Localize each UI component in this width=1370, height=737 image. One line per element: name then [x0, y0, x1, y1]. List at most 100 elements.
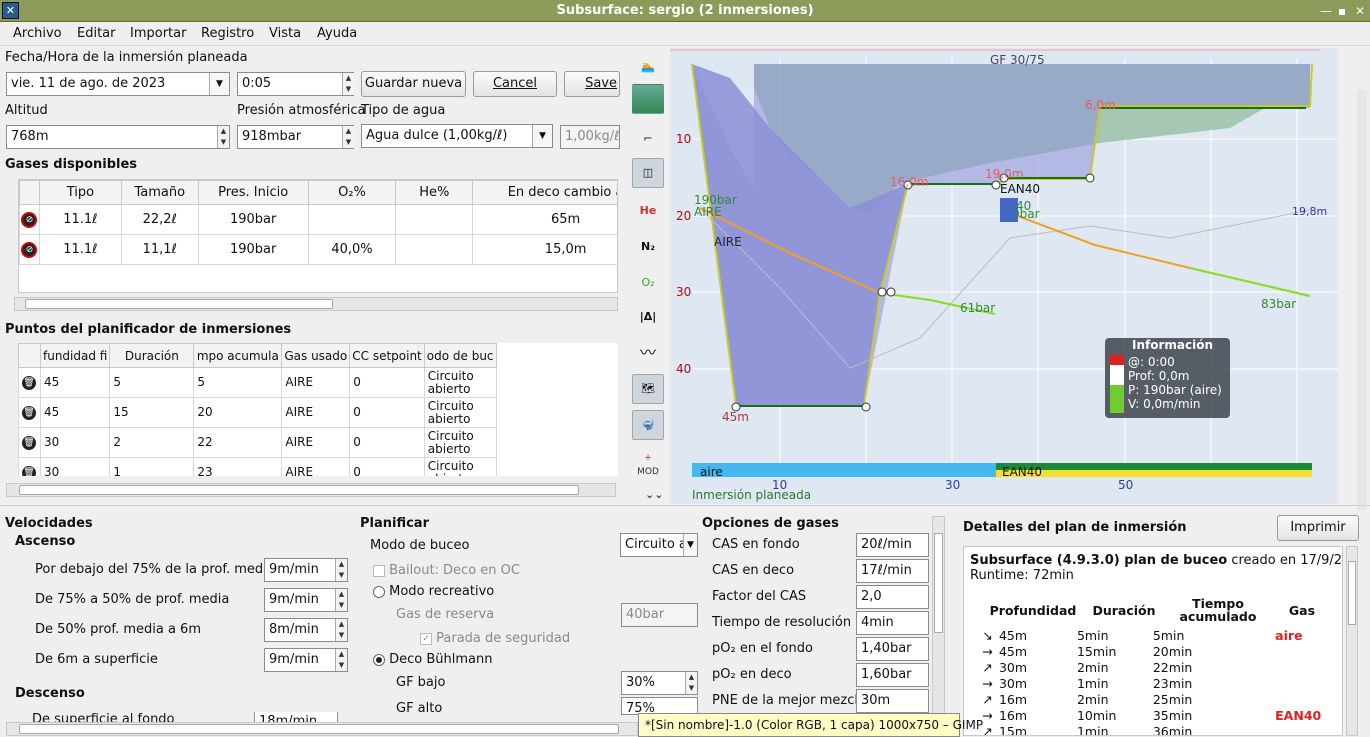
descent-rate-input[interactable]: 18m/min: [254, 712, 338, 722]
time-spinner[interactable]: ▲ ▼: [342, 73, 354, 95]
ascent-row-label: Por debajo del 75% de la prof. media: [35, 562, 275, 577]
menu-registro[interactable]: Registro: [201, 26, 254, 41]
menu-vista[interactable]: Vista: [269, 26, 301, 41]
gas-row: ⊘ 11.1ℓ 22,2ℓ 190bar 65m: [19, 204, 617, 235]
gas-bar-ean40-bottom: [996, 470, 1312, 477]
menu-archivo[interactable]: Archivo: [13, 26, 62, 41]
points-hscrollbar[interactable]: [6, 483, 616, 497]
gasopt-label: Factor del CAS: [712, 589, 807, 604]
trash-icon[interactable]: 🗑: [22, 406, 36, 420]
mode-select[interactable]: Circuito a ▼: [620, 533, 698, 557]
date-picker[interactable]: vie. 11 de ago. de 2023 ▼: [6, 72, 230, 96]
dive-profile-graph[interactable]: GF 30/75 10 20 30 40 10 30 50 6,0m 16,0m…: [670, 48, 1338, 504]
step-depth: 16m: [998, 707, 1028, 723]
delete-gas-icon[interactable]: ⊘: [21, 212, 38, 228]
more-chevron-icon[interactable]: ⌄⌄: [645, 488, 663, 501]
trash-icon[interactable]: 🗑: [22, 436, 36, 450]
gasopt-input[interactable]: 1,40bar: [856, 637, 929, 661]
step-gas: [1273, 659, 1328, 675]
info-line: @: 0:00: [1128, 355, 1175, 369]
bottom-hscrollbar[interactable]: [6, 722, 638, 736]
mode-label: Modo de buceo: [370, 538, 470, 553]
rate-spinner[interactable]: ▲ ▼: [335, 649, 347, 671]
o2-icon[interactable]: O₂: [632, 268, 664, 298]
plan-step-row: → 30m 1min 23min: [978, 675, 1328, 691]
ruler-icon[interactable]: |Δ|: [632, 302, 664, 332]
save-new-button[interactable]: Guardar nueva: [361, 71, 466, 97]
title-bar: ✕ Subsurface: sergio (2 inmersiones) — ▪…: [0, 0, 1370, 22]
menu-ayuda[interactable]: Ayuda: [317, 26, 357, 41]
depth-label: 19,0m: [985, 167, 1023, 181]
reserve-label: Gas de reserva: [396, 607, 495, 622]
n2-icon[interactable]: N₂: [632, 232, 664, 262]
plan-step-row: → 45m 15min 20min: [978, 643, 1328, 659]
date-value: vie. 11 de ago. de 2023: [11, 76, 166, 91]
pressure-input[interactable]: 918mbar: [237, 125, 354, 149]
trash-icon[interactable]: 🗑: [22, 466, 36, 476]
step-gas: [1273, 675, 1328, 691]
calculated-ceiling-icon[interactable]: ⌐: [632, 124, 664, 154]
step-depth: 30m: [998, 675, 1028, 691]
graph-scrollbar[interactable]: [1357, 90, 1367, 510]
plan-step-row: ↗ 15m 1min 36min: [978, 723, 1328, 736]
gasopt-input[interactable]: 20ℓ/min: [856, 533, 929, 557]
safety-stop-checkbox: ✓ Parada de seguridad: [420, 631, 570, 646]
pressure-spinner[interactable]: ▲ ▼: [342, 126, 354, 148]
waypoint: [861, 402, 871, 412]
gasopt-input[interactable]: 4min: [856, 611, 929, 635]
close-icon[interactable]: ✕: [1352, 3, 1368, 19]
gases-title: Gases disponibles: [5, 157, 138, 172]
info-line: P: 190bar (aire): [1128, 383, 1222, 397]
gf-spinner[interactable]: ▲ ▼: [685, 672, 697, 694]
rate-spinner[interactable]: ▲ ▼: [335, 589, 347, 611]
diver-icon[interactable]: 🤿: [632, 410, 664, 440]
step-duration: 2min: [1076, 659, 1109, 675]
gf-low-label: GF bajo: [396, 675, 446, 690]
trash-icon[interactable]: 🗑: [22, 376, 36, 390]
gasopts-scrollbar[interactable]: [932, 516, 945, 720]
gasopt-input[interactable]: 30m: [856, 689, 929, 713]
time-input[interactable]: 0:05: [237, 72, 354, 96]
arrow-icon: ↗: [982, 659, 993, 675]
he-icon[interactable]: He: [632, 196, 664, 226]
rate-spinner[interactable]: ▲ ▼: [335, 619, 347, 641]
mod-icon[interactable]: + MOD: [632, 448, 664, 478]
details-scrollbar[interactable]: [1346, 546, 1358, 736]
gasopt-input[interactable]: 1,60bar: [856, 663, 929, 687]
recreational-radio[interactable]: Modo recreativo: [373, 584, 494, 599]
gasopt-input[interactable]: 17ℓ/min: [856, 559, 929, 583]
ascent-row-label: De 50% prof. media a 6m: [35, 622, 201, 637]
delete-gas-icon[interactable]: ⊘: [21, 242, 38, 258]
gas-label: AIRE: [694, 205, 722, 219]
ceiling-icon[interactable]: [632, 84, 664, 114]
step-duration: 2min: [1076, 691, 1109, 707]
pressure-label: Presión atmosférica: [237, 103, 366, 118]
water-type-select[interactable]: Agua dulce (1,00kg/ℓ) ▼: [361, 124, 553, 148]
restore-icon[interactable]: ▪: [1334, 3, 1350, 19]
chevron-down-icon[interactable]: ▼: [683, 534, 697, 556]
altitude-spinner[interactable]: ▲ ▼: [217, 126, 229, 148]
map-icon[interactable]: 🗺: [632, 374, 664, 404]
gas-bar-label: aire: [700, 465, 723, 479]
step-runtime: 20min: [1152, 643, 1193, 659]
gas-bar-air: [692, 463, 996, 477]
step-duration: 10min: [1076, 707, 1117, 723]
menu-editar[interactable]: Editar: [77, 26, 116, 41]
buhlmann-radio[interactable]: Deco Bühlmann: [373, 652, 493, 667]
print-button[interactable]: Imprimir: [1277, 515, 1359, 541]
gases-hscrollbar[interactable]: [14, 297, 618, 311]
profile-icon[interactable]: 🏊: [632, 52, 664, 82]
cancel-button[interactable]: Cancel: [473, 71, 557, 97]
minimize-icon[interactable]: —: [1318, 3, 1334, 19]
trend-icon[interactable]: 〰: [632, 338, 664, 368]
rate-spinner[interactable]: ▲ ▼: [335, 559, 347, 581]
gasopt-input[interactable]: 2,0: [856, 585, 929, 609]
save-button[interactable]: Save: [564, 71, 620, 97]
chevron-down-icon[interactable]: ▼: [209, 73, 229, 95]
tissue-graph-icon[interactable]: ◫: [632, 158, 664, 188]
menu-importar[interactable]: Importar: [130, 26, 186, 41]
altitude-input[interactable]: 768m: [6, 125, 230, 149]
menu-bar: Archivo Editar Importar Registro Vista A…: [0, 22, 1370, 46]
chevron-down-icon[interactable]: ▼: [532, 125, 552, 147]
step-duration: 1min: [1076, 675, 1109, 691]
